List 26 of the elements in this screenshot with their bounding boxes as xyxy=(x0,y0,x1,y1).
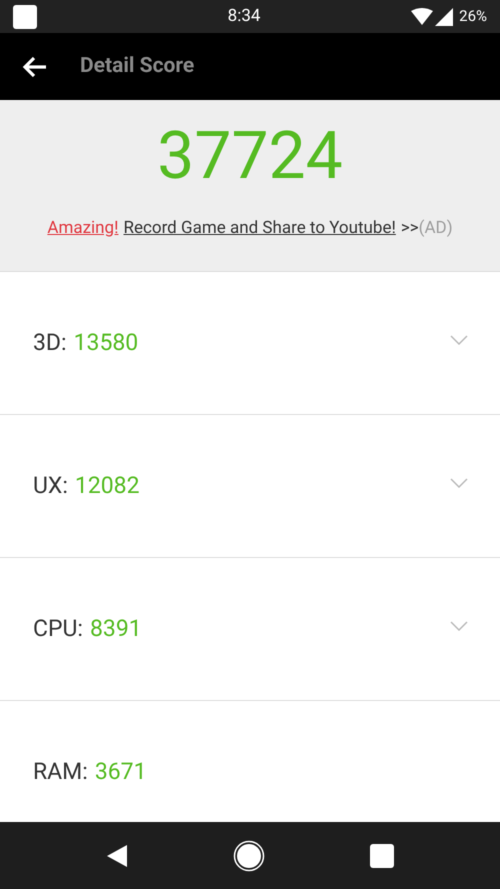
wifi-icon xyxy=(411,8,434,26)
battery-percent: 26% xyxy=(459,6,487,28)
notification-icon xyxy=(13,4,37,28)
score-label: UX: xyxy=(33,470,68,501)
ad-arrows: >> xyxy=(400,217,419,240)
score-value: 13580 xyxy=(74,328,138,358)
score-row[interactable]: 3D: 13580 xyxy=(0,272,500,415)
total-score: 37724 xyxy=(157,124,343,190)
score-row[interactable]: UX: 12082 xyxy=(0,415,500,558)
score-label: RAM: xyxy=(33,756,88,787)
score-value: 3671 xyxy=(94,756,147,787)
signal-icon xyxy=(435,8,454,26)
recents-icon[interactable] xyxy=(370,844,394,868)
ad-tag: (AD) xyxy=(418,216,453,242)
score-value: 12082 xyxy=(74,470,140,501)
ad-link[interactable]: Record Game and Share to Youtube! xyxy=(124,216,396,242)
score-label: CPU: xyxy=(33,614,83,644)
back-icon[interactable] xyxy=(106,844,128,868)
back-arrow-icon xyxy=(22,56,48,78)
score-row[interactable]: CPU: 8391 xyxy=(0,558,500,701)
clock-time: 8:34 xyxy=(226,4,260,28)
score-label: 3D: xyxy=(33,328,67,358)
home-icon[interactable] xyxy=(233,840,265,872)
ad-highlight-link[interactable]: Amazing! xyxy=(47,216,118,242)
score-value: 8391 xyxy=(90,614,142,644)
screen-title: Detail Score xyxy=(80,52,194,80)
